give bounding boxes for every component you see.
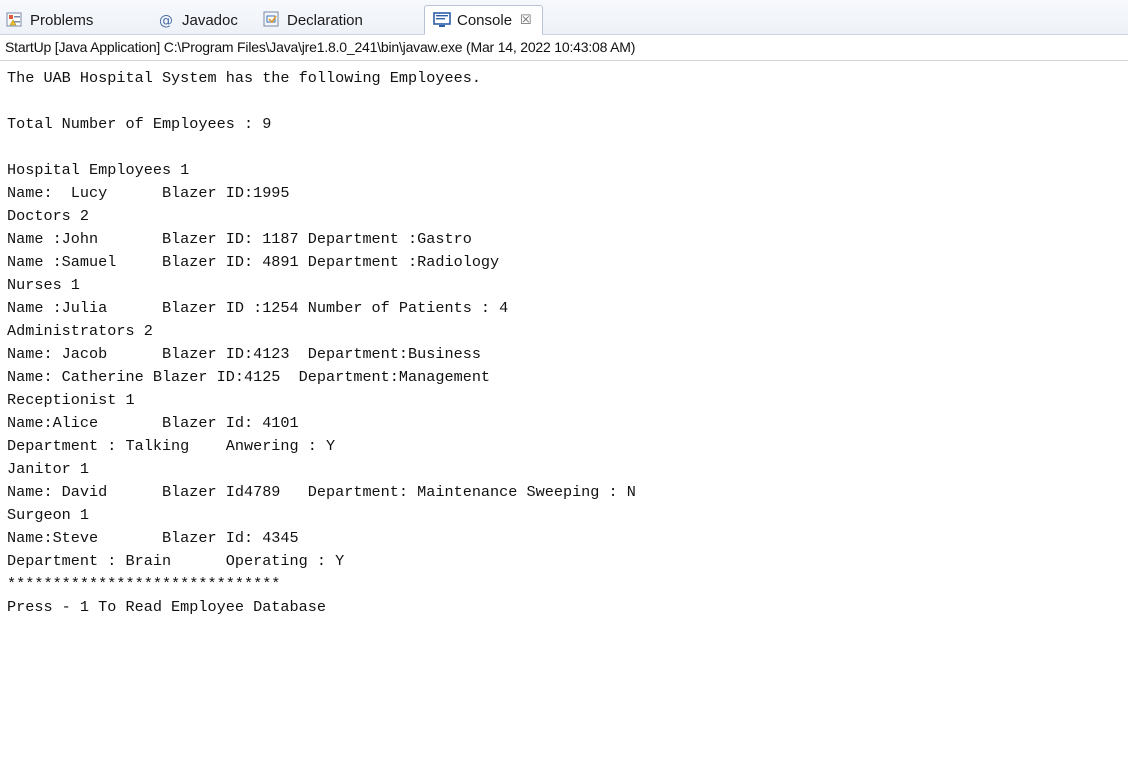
console-line: Hospital Employees 1 [7,161,190,179]
tab-label: Problems [30,11,94,29]
problems-icon [6,11,24,29]
console-line: Administrators 2 [7,322,153,340]
console-line: Name: Lucy Blazer ID:1995 [7,184,290,202]
console-line: Doctors 2 [7,207,90,225]
tab-javadoc[interactable]: @ Javadoc [158,6,238,34]
declaration-icon [263,11,281,29]
console-output[interactable]: The UAB Hospital System has the followin… [0,61,1128,767]
process-status-line: StartUp [Java Application] C:\Program Fi… [0,35,1128,61]
console-line: Department : Brain Operating : Y [7,552,345,570]
console-line: Total Number of Employees : 9 [7,115,272,133]
console-line: Name :John Blazer ID: 1187 Department :G… [7,230,472,248]
console-line: Name: Jacob Blazer ID:4123 Department:Bu… [7,345,481,363]
console-line: Name: David Blazer Id4789 Department: Ma… [7,483,636,501]
console-line: Surgeon 1 [7,506,90,524]
console-line: Name: Catherine Blazer ID:4125 Departmen… [7,368,491,386]
console-line: ****************************** [7,575,281,593]
console-line: Name:Alice Blazer Id: 4101 [7,414,299,432]
javadoc-icon: @ [158,11,176,29]
tab-label: Console [457,11,513,29]
tab-console[interactable]: Console ☒ [424,5,543,35]
tab-problems[interactable]: Problems [6,6,93,34]
console-line: Department : Talking Anwering : Y [7,437,336,455]
console-line: Press - 1 To Read Employee Database [7,598,326,616]
console-line: Name :Julia Blazer ID :1254 Number of Pa… [7,299,509,317]
tab-label: Javadoc [182,11,238,29]
console-line: Nurses 1 [7,276,80,294]
console-line: Receptionist 1 [7,391,135,409]
console-line: Name:Steve Blazer Id: 4345 [7,529,299,547]
close-icon[interactable]: ☒ [520,12,532,28]
console-line: Janitor 1 [7,460,90,478]
tab-declaration[interactable]: Declaration [263,6,363,34]
tab-label: Declaration [287,11,363,29]
console-icon [433,11,451,29]
svg-text:@: @ [159,13,173,29]
console-line: Name :Samuel Blazer ID: 4891 Department … [7,253,500,271]
view-tab-bar: Problems @ Javadoc Declaration Console ☒ [0,0,1128,35]
console-line: The UAB Hospital System has the followin… [7,69,481,87]
